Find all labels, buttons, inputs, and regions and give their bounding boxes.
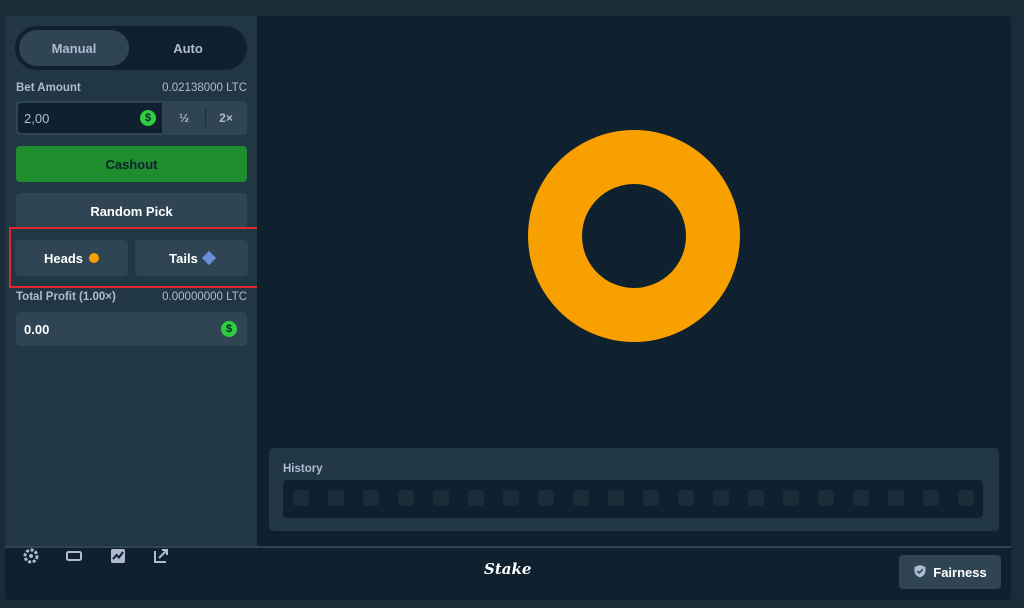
history-slot xyxy=(503,490,519,506)
history-panel: History xyxy=(269,448,999,531)
history-slot xyxy=(853,490,869,506)
gear-icon[interactable] xyxy=(21,546,41,566)
history-slot xyxy=(468,490,484,506)
history-slot xyxy=(678,490,694,506)
stake-logo: Stake xyxy=(484,560,532,578)
tab-manual[interactable]: Manual xyxy=(19,30,129,66)
history-slot xyxy=(748,490,764,506)
history-slot xyxy=(398,490,414,506)
history-slot xyxy=(573,490,589,506)
shield-check-icon xyxy=(913,564,927,581)
history-slot xyxy=(783,490,799,506)
game-area: History xyxy=(257,16,1011,546)
bet-amount-label-row: Bet Amount 0.02138000 LTC xyxy=(16,82,247,94)
history-slot xyxy=(363,490,379,506)
history-slot xyxy=(328,490,344,506)
bet-amount-input[interactable]: 2,00 $ xyxy=(18,103,162,133)
coin xyxy=(528,130,740,342)
tab-auto[interactable]: Auto xyxy=(133,30,243,66)
history-slot xyxy=(713,490,729,506)
history-slot xyxy=(643,490,659,506)
bet-amount-label: Bet Amount xyxy=(16,82,81,94)
mode-toggle: Manual Auto xyxy=(15,26,247,70)
app-window: Manual Auto Bet Amount 0.02138000 LTC 2,… xyxy=(5,16,1011,600)
history-slot xyxy=(958,490,974,506)
history-slot xyxy=(923,490,939,506)
profit-value: 0.00 xyxy=(24,321,50,337)
history-slot xyxy=(818,490,834,506)
profit-label: Total Profit (1.00×) xyxy=(16,291,116,303)
dollar-coin-icon: $ xyxy=(221,321,237,337)
history-track xyxy=(283,480,983,518)
theatre-mode-icon[interactable] xyxy=(64,546,84,566)
popout-icon[interactable] xyxy=(151,546,171,566)
history-slot xyxy=(293,490,309,506)
profit-field[interactable]: 0.00 $ xyxy=(16,312,247,346)
profit-label-row: Total Profit (1.00×) 0.00000000 LTC xyxy=(16,291,247,303)
history-slot xyxy=(538,490,554,506)
coin-center xyxy=(582,184,686,288)
bet-amount-group: 2,00 $ ½ 2× xyxy=(16,101,247,135)
profit-ltc: 0.00000000 LTC xyxy=(162,291,247,303)
half-bet-button[interactable]: ½ xyxy=(164,103,204,133)
highlight-box xyxy=(9,227,260,288)
history-slot xyxy=(433,490,449,506)
cashout-button[interactable]: Cashout xyxy=(16,146,247,182)
history-title: History xyxy=(283,463,323,475)
bet-amount-value: 2,00 xyxy=(24,110,50,126)
history-slot xyxy=(888,490,904,506)
dollar-coin-icon: $ xyxy=(140,110,156,126)
fairness-label: Fairness xyxy=(933,564,987,580)
stats-icon[interactable] xyxy=(108,546,128,566)
random-pick-button[interactable]: Random Pick xyxy=(16,193,247,229)
double-bet-button[interactable]: 2× xyxy=(206,103,246,133)
bet-amount-ltc: 0.02138000 LTC xyxy=(162,82,247,94)
history-slot xyxy=(608,490,624,506)
fairness-button[interactable]: Fairness xyxy=(899,555,1001,589)
